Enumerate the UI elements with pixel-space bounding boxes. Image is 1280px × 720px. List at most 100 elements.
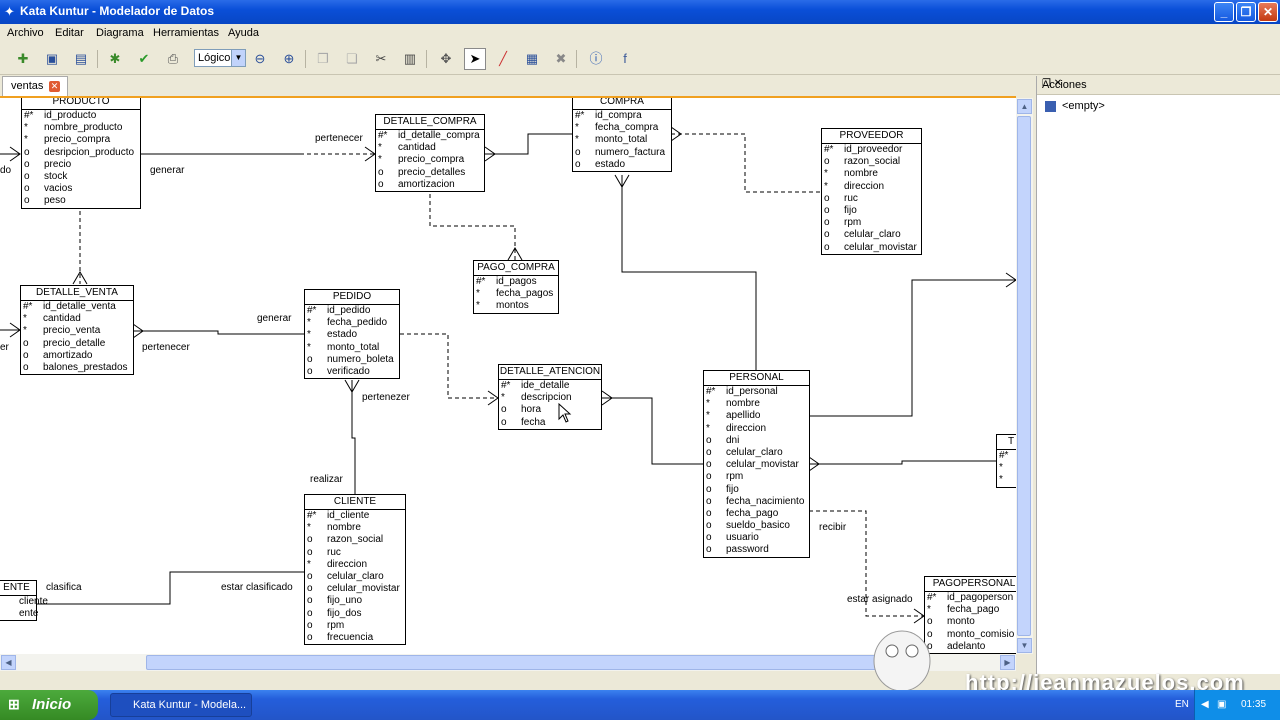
entity-attribute[interactable]: * apellido [704,410,809,422]
save-icon[interactable]: ▤ [71,49,91,69]
entity-attribute[interactable]: * fecha_pago [925,604,1016,616]
entity-compra[interactable]: COMPRA #* id_compra * fecha_compra * monto_tot… [572,98,672,172]
move-icon[interactable]: ✥ [436,49,456,69]
taskbar-item-kata-kuntur[interactable]: Kata Kuntur - Modela... [110,693,252,717]
entity-attribute[interactable]: * fecha_pagos [474,288,558,300]
chevron-down-icon[interactable]: ▼ [231,50,245,66]
entity-attribute[interactable]: o dni [704,435,809,447]
horizontal-scroll-thumb[interactable] [146,655,926,670]
generate-icon[interactable]: ✱ [105,49,125,69]
entity-attribute[interactable]: o razon_social [305,534,405,546]
entity-attribute[interactable]: o amortizacion [376,179,484,191]
entity-attribute[interactable]: #* id_detalle_compra [376,130,484,142]
scroll-left-icon[interactable]: ◀ [1,655,16,670]
language-indicator[interactable]: EN [1175,699,1189,710]
entity-attribute[interactable]: o vacios [22,183,140,195]
entity-attribute[interactable]: * fecha_compra [573,122,671,134]
entity-attribute[interactable]: o peso [22,195,140,207]
menu-herramientas[interactable]: Herramientas [153,27,219,39]
entity-attribute[interactable]: o hora [499,404,601,416]
entity-attribute[interactable]: #* id_personal [704,386,809,398]
entity-attribute[interactable]: o celular_movistar [704,459,809,471]
entity-attribute[interactable]: * descripcion [499,392,601,404]
entity-attribute[interactable]: #* id_detalle_venta [21,301,133,313]
entity-attribute[interactable]: o frecuencia [305,632,405,644]
entity-attribute[interactable]: #* id_producto [22,110,140,122]
relation-icon[interactable]: ╱ [493,49,513,69]
entity-detalle-atencion[interactable]: DETALLE_ATENCION #* ide_detalle * descripcio… [498,364,602,430]
diagram-canvas[interactable]: do pertenecer generar generar pertenecer… [0,96,1016,656]
entity-cliente[interactable]: CLIENTE #* id_cliente * nombre o razon_social o… [304,494,406,646]
close-icon[interactable]: ✕ [49,81,60,92]
open-icon[interactable]: ▣ [42,49,62,69]
entity-detalle-compra[interactable]: DETALLE_COMPRA #* id_detalle_compra * cantid… [375,114,485,192]
entity-attribute[interactable]: #* id_cliente [305,510,405,522]
entity-attribute[interactable]: o celular_claro [704,447,809,459]
entity-attribute[interactable]: o precio [22,159,140,171]
minimize-button[interactable]: _ [1214,2,1234,22]
print-icon[interactable]: ⎙ [163,49,183,69]
zoom-out-icon[interactable]: ⊖ [250,49,270,69]
entity-attribute[interactable]: #* ide_detalle [499,380,601,392]
delete-icon[interactable]: ✖ [551,49,571,69]
actions-item[interactable]: <empty> [1045,100,1105,112]
tray-app-icon[interactable]: ▣ [1217,699,1226,710]
entity-attribute[interactable]: * fecha_pedido [305,317,399,329]
facebook-icon[interactable]: f [615,49,635,69]
entity-personal[interactable]: PERSONAL #* id_personal * nombre * apellido * di… [703,370,810,558]
entity-attribute[interactable]: o verificado [305,366,399,378]
entity-attribute[interactable]: o fijo [704,484,809,496]
entity-attribute[interactable]: * precio_venta [21,325,133,337]
validate-icon[interactable]: ✔ [134,49,154,69]
entity-attribute[interactable]: * monto_total [573,134,671,146]
entity-attribute[interactable]: o sueldo_basico [704,520,809,532]
entity-attribute[interactable]: o razon_social [822,156,921,168]
menu-diagrama[interactable]: Diagrama [96,27,144,39]
entity-pedido[interactable]: PEDIDO #* id_pedido * fecha_pedido * estado * mo… [304,289,400,380]
entity-attribute[interactable]: o fecha [499,417,601,429]
close-button[interactable]: ✕ [1258,2,1278,22]
entity-icon[interactable]: ▦ [522,49,542,69]
entity-attribute[interactable]: o usuario [704,532,809,544]
entity-attribute[interactable]: o ruc [305,547,405,559]
menu-ayuda[interactable]: Ayuda [228,27,259,39]
entity-attribute[interactable]: o rpm [704,471,809,483]
entity-attribute[interactable]: o celular_claro [822,229,921,241]
entity-attribute[interactable]: #* id_pagos [474,276,558,288]
entity-attribute[interactable]: * [997,462,1016,474]
entity-attribute[interactable]: o fijo [822,205,921,217]
entity-attribute[interactable]: o precio_detalles [376,167,484,179]
entity-attribute[interactable]: o password [704,544,809,556]
entity-attribute[interactable]: o numero_boleta [305,354,399,366]
pointer-icon[interactable]: ➤ [464,48,486,70]
entity-attribute[interactable]: * estado [305,329,399,341]
entity-attribute[interactable]: o amortizado [21,350,133,362]
menu-editar[interactable]: Editar [55,27,84,39]
cut-icon[interactable]: ✂ [371,49,391,69]
entity-proveedor[interactable]: PROVEEDOR #* id_proveedor o razon_social * nom… [821,128,922,255]
tab-ventas[interactable]: ventas ✕ [2,76,68,96]
copy-icon[interactable]: ❐ [313,49,333,69]
vertical-scroll-thumb[interactable] [1017,116,1031,636]
scroll-right-icon[interactable]: ▶ [1000,655,1015,670]
entity-attribute[interactable]: o celular_movistar [822,242,921,254]
entity-attribute[interactable]: * nombre [822,168,921,180]
entity-attribute[interactable]: * [997,474,1016,486]
view-select[interactable]: Lógico ▼ [194,49,246,67]
entity-attribute[interactable]: * precio_compra [376,154,484,166]
paste-icon[interactable]: ▥ [400,49,420,69]
entity-attribute[interactable]: #* id_pagoperson [925,592,1016,604]
entity-attribute[interactable]: #* [997,450,1016,462]
entity-attribute[interactable]: * direccion [305,559,405,571]
maximize-button[interactable]: ❐ [1236,2,1256,22]
scroll-up-icon[interactable]: ▲ [1017,99,1032,114]
entity-attribute[interactable]: o fecha_pago [704,508,809,520]
entity-attribute[interactable]: o balones_prestados [21,362,133,374]
panel-buttons[interactable]: ❐ ✕ [1042,78,1275,89]
start-button[interactable]: ⊞ Inicio [0,690,98,720]
entity-attribute[interactable]: o estado [573,159,671,171]
entity-attribute[interactable]: * nombre_producto [22,122,140,134]
entity-producto[interactable]: PRODUCTO #* id_producto * nombre_producto * pr… [21,98,141,209]
entity-attribute[interactable]: o numero_factura [573,147,671,159]
entity-detalle-venta[interactable]: DETALLE_VENTA #* id_detalle_venta * cantidad… [20,285,134,376]
